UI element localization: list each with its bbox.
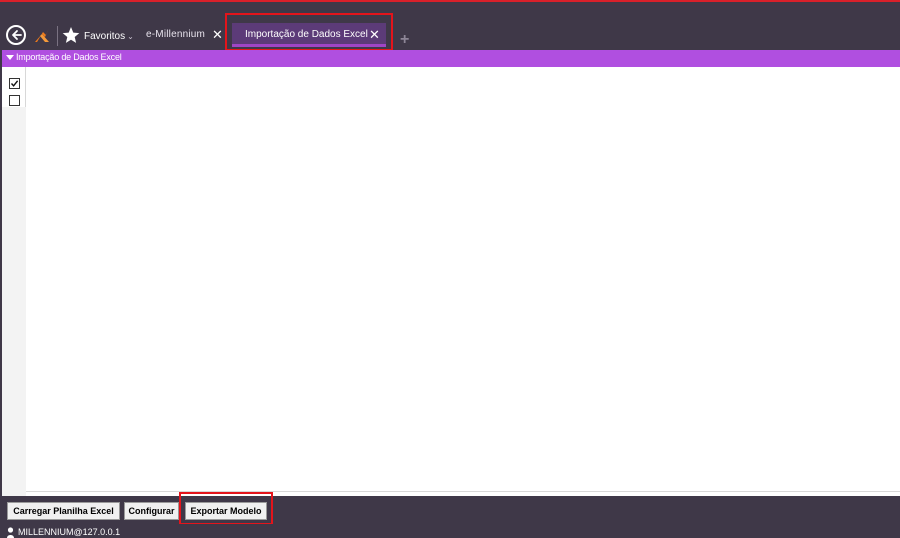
star-icon[interactable] [62, 26, 80, 44]
tab-bar: Favoritos ⌄ e-Millennium ✕ Importação de … [0, 2, 900, 49]
favorites-label: Favoritos [84, 31, 126, 42]
plus-icon[interactable]: + [400, 32, 409, 48]
configure-button[interactable]: Configurar [124, 502, 179, 520]
status-bar: MILLENNIUM@127.0.0.1 [0, 524, 900, 538]
highlight-frame-export [179, 492, 273, 525]
tab-label: e-Millennium [146, 29, 206, 40]
bottom-toolbar: Carregar Planilha Excel Configurar Expor… [0, 496, 900, 524]
user-icon [7, 527, 14, 538]
millennium-logo-icon[interactable] [33, 26, 51, 44]
toolbar-divider [57, 26, 58, 46]
row-checkbox[interactable] [9, 95, 20, 106]
back-arrow-icon [12, 30, 22, 40]
row-selector-column [2, 67, 26, 496]
grid-bottom-border [26, 491, 900, 492]
panel-title: Importação de Dados Excel [16, 52, 122, 62]
connection-status: MILLENNIUM@127.0.0.1 [18, 527, 121, 537]
back-button[interactable] [6, 25, 26, 45]
chevron-down-icon: ⌄ [127, 32, 134, 41]
select-all-checkbox[interactable] [9, 78, 20, 89]
favorites-menu[interactable]: Favoritos ⌄ [84, 31, 134, 42]
triangle-down-icon[interactable] [6, 55, 14, 60]
check-icon [10, 80, 19, 87]
load-excel-button[interactable]: Carregar Planilha Excel [7, 502, 120, 520]
close-icon[interactable]: ✕ [212, 26, 223, 44]
tab-e-millennium[interactable]: e-Millennium [146, 29, 205, 40]
panel-header[interactable]: Importação de Dados Excel [2, 50, 900, 67]
gutter-empty-area [2, 107, 26, 496]
highlight-frame-tab [225, 13, 393, 51]
data-grid[interactable] [2, 67, 900, 496]
